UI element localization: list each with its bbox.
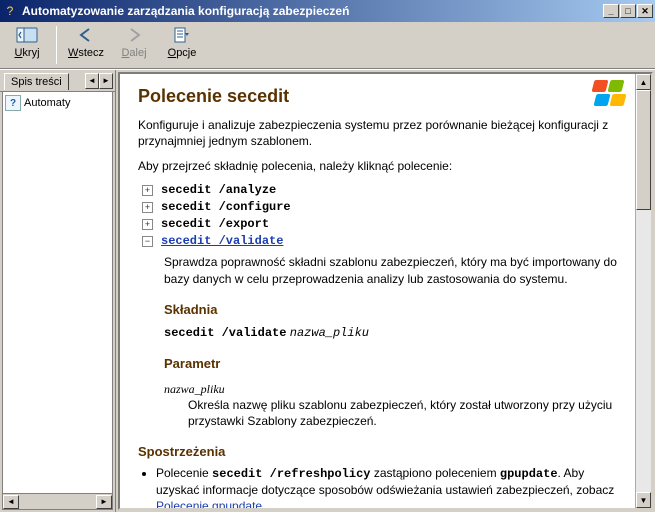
back-button[interactable]: Wstecz xyxy=(65,24,107,59)
param-description: Określa nazwę pliku szablonu zabezpiecze… xyxy=(188,397,619,429)
notes-heading: Spostrzeżenia xyxy=(138,444,619,459)
cmd-configure-row: + secedit /configure xyxy=(142,200,619,214)
intro-text: Konfiguruje i analizuje zabezpieczenia s… xyxy=(138,117,619,149)
back-label: Wstecz xyxy=(68,47,104,59)
tab-scroll-right-button[interactable]: ► xyxy=(99,73,113,89)
forward-button[interactable]: Dalej xyxy=(113,24,155,59)
hide-label: Ukryj xyxy=(14,47,39,59)
scroll-left-button[interactable]: ◄ xyxy=(3,495,19,509)
tab-toc[interactable]: Spis treści xyxy=(4,73,69,90)
back-icon xyxy=(74,24,98,46)
help-app-icon: ? xyxy=(2,3,18,19)
syntax-line: secedit /validate nazwa_pliku xyxy=(164,324,619,341)
expand-icon[interactable]: + xyxy=(142,185,153,196)
vertical-scrollbar[interactable]: ▲ ▼ xyxy=(635,74,651,508)
hide-icon xyxy=(15,24,39,46)
validate-description: Sprawdza poprawność składni szablonu zab… xyxy=(164,254,619,286)
window-titlebar: ? Automatyzowanie zarządzania konfigurac… xyxy=(0,0,655,22)
tree-horizontal-scrollbar[interactable]: ◄ ► xyxy=(3,493,112,509)
forward-icon xyxy=(122,24,146,46)
cmd-export-row: + secedit /export xyxy=(142,217,619,231)
syntax-heading: Składnia xyxy=(164,301,619,319)
syntax-arg: nazwa_pliku xyxy=(290,326,369,340)
note-item: Polecenie secedit /refreshpolicy zastąpi… xyxy=(156,465,619,508)
cmd-analyze-row: + secedit /analyze xyxy=(142,183,619,197)
hide-button[interactable]: Ukryj xyxy=(6,24,48,59)
instruction-text: Aby przejrzeć składnię polecenia, należy… xyxy=(138,159,619,173)
scroll-down-button[interactable]: ▼ xyxy=(636,492,651,508)
tab-bar: Spis treści ◄ ► xyxy=(0,70,115,92)
scroll-up-button[interactable]: ▲ xyxy=(636,74,651,90)
options-button[interactable]: Opcje xyxy=(161,24,203,59)
tree-item[interactable]: ? Automaty xyxy=(3,92,112,114)
content-pane: Polecenie secedit Konfiguruje i analizuj… xyxy=(118,72,653,510)
close-button[interactable]: ✕ xyxy=(637,4,653,18)
content-scroll-area: Polecenie secedit Konfiguruje i analizuj… xyxy=(120,74,635,508)
cmd-validate-link[interactable]: secedit /validate xyxy=(161,234,283,248)
left-panel: Spis treści ◄ ► ? Automaty ◄ ► xyxy=(0,70,116,512)
tab-scroll-left-button[interactable]: ◄ xyxy=(85,73,99,89)
tree-item-label: Automaty xyxy=(24,97,70,109)
toc-tree[interactable]: ? Automaty ◄ ► xyxy=(2,92,113,510)
options-label: Opcje xyxy=(168,47,197,59)
cmd-configure-link[interactable]: secedit /configure xyxy=(161,200,291,214)
page-title: Polecenie secedit xyxy=(138,86,619,107)
forward-label: Dalej xyxy=(121,47,146,59)
maximize-button[interactable]: □ xyxy=(620,4,636,18)
body-area: Spis treści ◄ ► ? Automaty ◄ ► Polecenie… xyxy=(0,69,655,512)
cmd-export-link[interactable]: secedit /export xyxy=(161,217,269,231)
toolbar: Ukryj Wstecz Dalej Opcje xyxy=(0,22,655,69)
collapse-icon[interactable]: − xyxy=(142,236,153,247)
window-buttons: _ □ ✕ xyxy=(603,4,653,18)
command-list: + secedit /analyze + secedit /configure … xyxy=(142,183,619,429)
cmd-validate-row: − secedit /validate xyxy=(142,234,619,248)
expand-icon[interactable]: + xyxy=(142,202,153,213)
scroll-thumb[interactable] xyxy=(636,90,651,210)
notes-list: Polecenie secedit /refreshpolicy zastąpi… xyxy=(140,465,619,508)
minimize-button[interactable]: _ xyxy=(603,4,619,18)
param-heading: Parametr xyxy=(164,355,619,373)
cmd-analyze-link[interactable]: secedit /analyze xyxy=(161,183,276,197)
gpupdate-link[interactable]: Polecenie gpupdate xyxy=(156,499,262,508)
window-title: Automatyzowanie zarządzania konfiguracją… xyxy=(22,4,603,18)
options-icon xyxy=(170,24,194,46)
param-name: nazwa_pliku xyxy=(164,381,619,397)
syntax-command: secedit /validate xyxy=(164,326,286,340)
expand-icon[interactable]: + xyxy=(142,219,153,230)
help-page-icon: ? xyxy=(5,95,21,111)
toolbar-separator xyxy=(56,26,57,64)
scroll-right-button[interactable]: ► xyxy=(96,495,112,509)
